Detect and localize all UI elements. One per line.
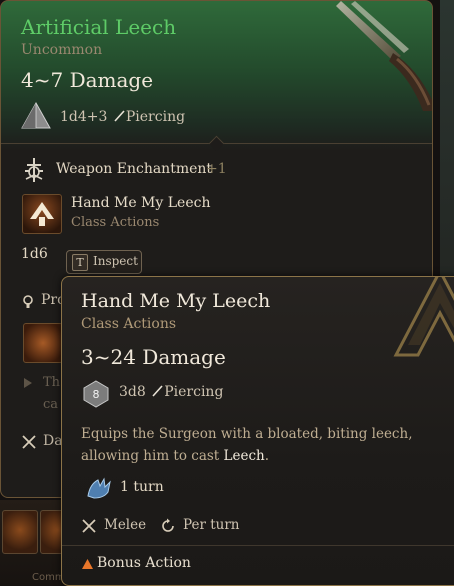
hotbar-slot[interactable] — [2, 510, 38, 554]
up-arrow-icon — [30, 202, 54, 226]
action-damage: 3~24 Damage — [81, 345, 226, 369]
action-watermark-icon — [393, 277, 454, 357]
description-keyword-leech[interactable]: Leech — [224, 448, 265, 464]
piercing-icon — [114, 110, 125, 122]
per-turn-tag: Per turn — [183, 517, 240, 533]
proficiency-icon — [21, 293, 35, 308]
action-damage-dice: 3d8 Piercing — [119, 384, 223, 400]
damage-type: Piercing — [164, 384, 224, 400]
passive-faded-icon — [24, 378, 32, 388]
weapon-artwork-icon — [336, 1, 432, 111]
damage-label-partial: Da — [43, 433, 63, 449]
action-category: Class Actions — [71, 215, 160, 230]
enchantment-icon — [25, 158, 43, 182]
description-end: . — [264, 448, 270, 464]
item-name: Artificial Leech — [21, 15, 177, 39]
duration-hand-icon — [87, 477, 111, 499]
inspect-key: T — [72, 254, 88, 271]
duration-label: 1 turn — [120, 479, 164, 495]
d4-die-icon — [21, 102, 51, 129]
item-rarity: Uncommon — [21, 42, 103, 58]
item-damage: 4~7 Damage — [21, 68, 154, 92]
dice-value: 1d4+3 — [60, 109, 108, 125]
faded-text-1: Th — [43, 375, 61, 390]
action-name: Hand Me My Leech — [71, 195, 211, 211]
inspect-button[interactable]: T Inspect — [66, 250, 142, 274]
crossed-swords-icon — [22, 435, 36, 449]
item-damage-dice: 1d4+3 Piercing — [60, 109, 185, 125]
action-title: Hand Me My Leech — [81, 290, 271, 312]
piercing-icon — [152, 385, 163, 397]
enchantment-label: Weapon Enchantment — [56, 161, 213, 177]
bonus-action-cost: Bonus Action — [97, 555, 191, 571]
extra-die: 1d6 — [21, 246, 48, 262]
dice-value: 3d8 — [119, 384, 146, 400]
faded-text-2: ca — [43, 397, 59, 412]
inspect-label: Inspect — [93, 254, 138, 268]
triangle-icon — [82, 559, 93, 569]
action-tooltip: Hand Me My Leech Class Actions 3~24 Dama… — [61, 276, 454, 586]
crossed-swords-icon — [82, 519, 96, 533]
refresh-icon — [162, 518, 174, 532]
leech-action-icon[interactable] — [22, 194, 62, 234]
damage-type: Piercing — [125, 109, 186, 125]
passive-thumbnail-icon — [23, 323, 63, 363]
enchantment-bonus: +1 — [206, 161, 227, 177]
divider-notch — [208, 135, 225, 152]
melee-tag: Melee — [104, 517, 147, 533]
cost-divider — [62, 545, 454, 546]
d8-die-icon: 8 — [83, 380, 109, 408]
action-description: Equips the Surgeon with a bloated, bitin… — [81, 423, 454, 467]
die-number: 8 — [93, 388, 100, 401]
action-subtitle: Class Actions — [81, 316, 177, 332]
